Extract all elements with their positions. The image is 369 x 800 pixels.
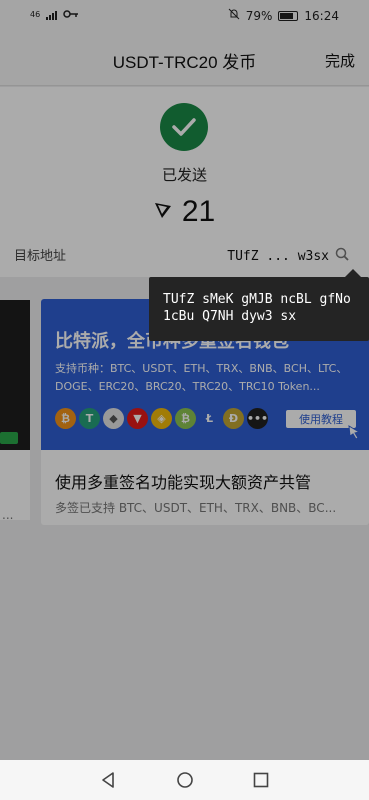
more-icon: •••: [247, 408, 268, 429]
page-title: USDT-TRC20 发币: [112, 53, 257, 72]
bnb-icon: ◈: [151, 408, 172, 429]
btc-icon: ₿: [55, 408, 76, 429]
amount-value: 21: [181, 195, 216, 228]
bch-icon: ₿: [175, 408, 196, 429]
status-right: 79% 16:24: [228, 8, 339, 23]
eth-icon: ◆: [103, 408, 124, 429]
banner-subtitle-line1: 支持币种：BTC、USDT、ETH、TRX、BNB、BCH、LTC、: [55, 362, 348, 375]
promo-title: 使用多重签名功能实现大额资产共管: [55, 473, 312, 492]
doge-icon: Ð: [223, 408, 244, 429]
address-value[interactable]: TUfZ ... w3sx: [227, 247, 349, 265]
done-button[interactable]: 完成: [325, 50, 355, 71]
status-label: 已发送: [161, 166, 207, 184]
signal-bars-icon: [46, 10, 58, 20]
result-panel: 已发送 21 目标地址 TUfZ ... w3sx: [0, 87, 369, 277]
success-check-icon: [160, 103, 208, 151]
signal-icon: 46: [30, 10, 41, 19]
screen: 46 79% 16:24 USDT-TRC20 发币 完成 已发送 21 目标地…: [0, 0, 369, 800]
recents-icon[interactable]: [252, 771, 270, 789]
promo-subtitle: 多签已支持 BTC、USDT、ETH、TRX、BNB、BC...: [55, 501, 337, 515]
tooltip-line1: TUfZ sMeK gMJB ncBL gfNo: [163, 292, 351, 307]
prev-promo-image: [0, 300, 30, 450]
address-label: 目标地址: [14, 249, 67, 264]
tooltip-arrow: [345, 269, 361, 277]
key-icon: [63, 8, 79, 22]
battery-percent: 79%: [245, 8, 273, 23]
prev-promo-card[interactable]: ...: [0, 300, 30, 522]
header: USDT-TRC20 发币 完成: [0, 32, 369, 86]
search-icon[interactable]: [335, 247, 349, 265]
status-bar: 46 79% 16:24: [0, 0, 369, 32]
back-icon[interactable]: [100, 771, 118, 789]
prev-promo-ellipsis: ...: [2, 508, 14, 522]
tron-icon: [154, 201, 172, 223]
usdt-icon: T: [79, 408, 100, 429]
status-left: 46: [30, 8, 79, 22]
coin-icons: ₿ T ◆ ▼ ◈ ₿ Ł Ð •••: [55, 408, 268, 429]
mute-icon: [228, 8, 240, 23]
ltc-icon: Ł: [199, 408, 220, 429]
tooltip-line2: 1cBu Q7NH dyw3 sx: [163, 309, 297, 324]
system-nav-bar: [0, 760, 369, 800]
home-icon[interactable]: [176, 771, 194, 789]
prev-promo-badge: [0, 432, 18, 444]
banner-subtitle-line2: DOGE、ERC20、BRC20、TRC20、TRC10 Token...: [55, 380, 320, 393]
battery-icon: [278, 10, 299, 21]
pointer-hand-icon: [347, 423, 363, 440]
address-tooltip: TUfZ sMeK gMJB ncBL gfNo 1cBu Q7NH dyw3 …: [149, 269, 369, 341]
trx-icon: ▼: [127, 408, 148, 429]
clock: 16:24: [304, 8, 339, 23]
address-text[interactable]: TUfZ ... w3sx: [227, 249, 329, 264]
amount-row: 21: [0, 195, 369, 229]
